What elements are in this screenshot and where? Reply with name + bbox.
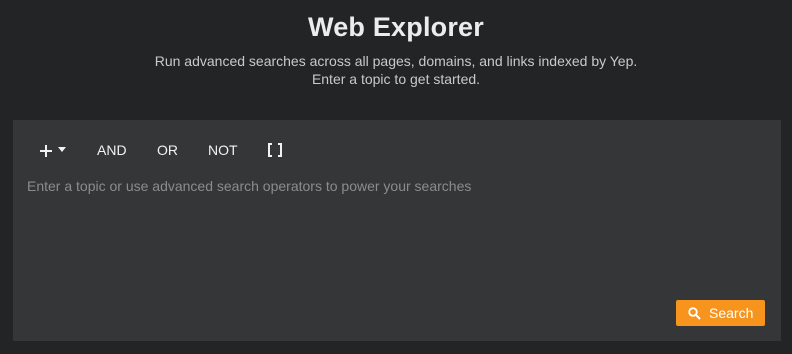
and-operator-button[interactable]: AND xyxy=(97,140,127,160)
web-explorer-page: Web Explorer Run advanced searches acros… xyxy=(0,0,792,354)
search-button[interactable]: Search xyxy=(676,300,765,326)
add-operator-button[interactable] xyxy=(39,140,71,160)
brackets-icon xyxy=(268,143,282,157)
or-operator-button[interactable]: OR xyxy=(157,140,178,160)
page-title: Web Explorer xyxy=(308,12,484,42)
search-icon xyxy=(688,307,701,320)
search-query-input[interactable] xyxy=(27,178,767,298)
page-subtitle-line-2: Enter a topic to get started. xyxy=(311,71,481,87)
plus-icon xyxy=(40,145,52,157)
operator-toolbar: AND OR NOT xyxy=(13,120,781,178)
not-operator-button[interactable]: NOT xyxy=(208,140,238,160)
page-subtitle-line-1: Run advanced searches across all pages, … xyxy=(154,53,638,69)
search-panel: AND OR NOT Search xyxy=(13,120,781,341)
group-operator-button[interactable] xyxy=(267,140,285,160)
caret-down-icon xyxy=(58,147,66,152)
search-button-label: Search xyxy=(709,305,754,321)
